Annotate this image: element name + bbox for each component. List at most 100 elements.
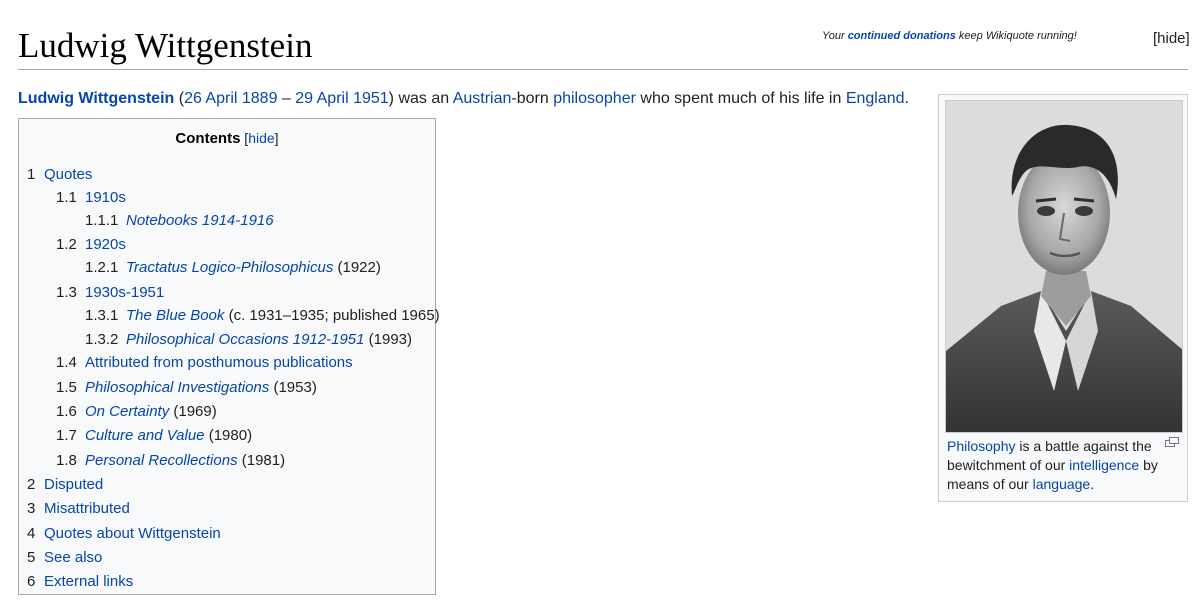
toc-item-label: Tractatus Logico-Philosophicus xyxy=(126,259,334,276)
toc-hide-link[interactable]: hide xyxy=(248,130,274,146)
toc-item-number: 4 xyxy=(27,525,36,542)
toc-item-label: Disputed xyxy=(44,476,104,493)
toc-item-link[interactable]: 1930s-1951 xyxy=(85,284,164,301)
toc-item[interactable]: 1.2.1 Tractatus Logico-Philosophicus (192… xyxy=(85,259,381,277)
caption-text: . xyxy=(1090,476,1095,492)
intelligence-link[interactable]: intelligence xyxy=(1069,457,1139,473)
toc-item[interactable]: 1.1 1910s xyxy=(56,189,126,207)
toc-item-link[interactable]: Tractatus Logico-Philosophicus (1922) xyxy=(126,259,381,276)
toc-item-link[interactable]: Quotes xyxy=(44,166,92,183)
austrian-link[interactable]: Austrian xyxy=(453,90,512,107)
image-thumbnail: Philosophy is a battle against the bewit… xyxy=(938,94,1188,502)
toc-item-link[interactable]: Disputed xyxy=(44,476,103,493)
toc-item[interactable]: 1.3.2 Philosophical Occasions 1912-1951 (… xyxy=(85,331,412,349)
toc-title: Contents xyxy=(175,130,241,147)
toc-item-label: Philosophical Investigations xyxy=(85,379,270,396)
toc-item-link[interactable]: External links xyxy=(44,573,133,590)
toc-item-link[interactable]: The Blue Book (c. 1931–1935; published 1… xyxy=(126,307,440,324)
toc-item[interactable]: 1.4 Attributed from posthumous publicatio… xyxy=(56,354,353,372)
toc-item[interactable]: 1.3 1930s-1951 xyxy=(56,284,164,302)
toc-item-link[interactable]: 1920s xyxy=(85,236,126,253)
toc-item-number: 1.5 xyxy=(56,379,77,396)
toc-item-suffix: (c. 1931–1935; published 1965) xyxy=(224,307,440,324)
england-link[interactable]: England xyxy=(846,90,905,107)
toc-item-label: Misattributed xyxy=(44,500,130,517)
toc-item-link[interactable]: Misattributed xyxy=(44,500,130,517)
toc-item-label: See also xyxy=(44,549,103,566)
toc-item-number: 1.6 xyxy=(56,403,77,420)
toc-item-suffix: (1922) xyxy=(333,259,381,276)
toc-item[interactable]: 1.7 Culture and Value (1980) xyxy=(56,427,252,445)
toc-item[interactable]: 1.2 1920s xyxy=(56,236,126,254)
toc-item[interactable]: 1 Quotes xyxy=(27,166,92,184)
toc-item-label: Philosophical Occasions 1912-1951 xyxy=(126,331,365,348)
image-caption: Philosophy is a battle against the bewit… xyxy=(947,437,1173,494)
toc-item-label: 1910s xyxy=(85,189,126,206)
donation-banner: Your continued donations keep Wikiquote … xyxy=(822,30,1077,42)
toc-item-label: 1930s-1951 xyxy=(85,284,165,301)
page-title: Ludwig Wittgenstein xyxy=(18,26,313,65)
toc-item-link[interactable]: Notebooks 1914-1916 xyxy=(126,212,274,229)
toc-item-label: 1920s xyxy=(85,236,126,253)
intro-text: . xyxy=(904,90,909,107)
toc-header: Contents [hide] xyxy=(19,130,435,150)
portrait-photo[interactable] xyxy=(945,100,1183,433)
toc-item-link[interactable]: On Certainty (1969) xyxy=(85,403,217,420)
toc-item[interactable]: 6 External links xyxy=(27,573,133,591)
birth-date-link[interactable]: 26 April 1889 xyxy=(184,90,277,107)
intro-text: -born xyxy=(511,90,554,107)
toc-item-number: 1.4 xyxy=(56,354,77,371)
donations-link[interactable]: continued donations xyxy=(848,30,956,42)
toc-item-number: 1.2 xyxy=(56,236,77,253)
toc-item[interactable]: 5 See also xyxy=(27,549,102,567)
toc-item-label: Quotes xyxy=(44,166,93,183)
toc-item-label: Notebooks 1914-1916 xyxy=(126,212,274,229)
toc-item[interactable]: 1.8 Personal Recollections (1981) xyxy=(56,452,285,470)
death-date-link[interactable]: 29 April 1951 xyxy=(295,90,388,107)
toc-item-suffix: (1969) xyxy=(169,403,217,420)
hide-banner-link[interactable]: [hide] xyxy=(1153,30,1190,47)
toc-item[interactable]: 1.6 On Certainty (1969) xyxy=(56,403,217,421)
language-link[interactable]: language xyxy=(1033,476,1091,492)
toc-item-link[interactable]: Philosophical Occasions 1912-1951 (1993) xyxy=(126,331,412,348)
intro-name-link[interactable]: Ludwig Wittgenstein xyxy=(18,90,174,107)
toc-item-number: 1.7 xyxy=(56,427,77,444)
toc-item-link[interactable]: Philosophical Investigations (1953) xyxy=(85,379,317,396)
toc-item-number: 1.3 xyxy=(56,284,77,301)
toc-item-label: Culture and Value xyxy=(85,427,205,444)
philosophy-link[interactable]: Philosophy xyxy=(947,438,1016,454)
toc-item[interactable]: 1.1.1 Notebooks 1914-1916 xyxy=(85,212,274,230)
toc-hide-close: ] xyxy=(274,130,279,146)
toc-item-link[interactable]: Personal Recollections (1981) xyxy=(85,452,285,469)
toc-item-link[interactable]: 1910s xyxy=(85,189,126,206)
toc-item-link[interactable]: Attributed from posthumous publications xyxy=(85,354,353,371)
toc-item-link[interactable]: Culture and Value (1980) xyxy=(85,427,252,444)
toc-item-link[interactable]: See also xyxy=(44,549,102,566)
toc-item-number: 1.1 xyxy=(56,189,77,206)
title-divider xyxy=(18,69,1188,70)
philosopher-link[interactable]: philosopher xyxy=(553,90,636,107)
toc-item-label: The Blue Book xyxy=(126,307,225,324)
toc-item[interactable]: 1.5 Philosophical Investigations (1953) xyxy=(56,379,317,397)
intro-text: ( xyxy=(174,90,185,107)
toc-item-suffix: (1953) xyxy=(269,379,317,396)
toc-item[interactable]: 1.3.1 The Blue Book (c. 1931–1935; publis… xyxy=(85,307,440,325)
intro-text: ) was an xyxy=(388,90,453,107)
toc-item-label: Quotes about Wittgenstein xyxy=(44,525,221,542)
toc-item-suffix: (1981) xyxy=(237,452,286,469)
toc-item-number: 1.3.2 xyxy=(85,331,119,348)
toc-item[interactable]: 3 Misattributed xyxy=(27,500,130,518)
portrait-image xyxy=(946,101,1182,432)
toc-item-link[interactable]: Quotes about Wittgenstein xyxy=(44,525,221,542)
table-of-contents: Contents [hide] 1 Quotes 1.1 1910s 1.1.1 Note… xyxy=(18,118,440,595)
toc-item[interactable]: 2 Disputed xyxy=(27,476,103,494)
toc-item-label: Personal Recollections xyxy=(85,452,238,469)
toc-item-suffix: (1980) xyxy=(204,427,253,444)
toc-item-number: 5 xyxy=(27,549,36,566)
intro-paragraph: Ludwig Wittgenstein (26 April 1889 – 29 … xyxy=(18,90,909,108)
toc-item-number: 1.1.1 xyxy=(85,212,119,229)
toc-item-label: On Certainty xyxy=(85,403,170,420)
enlarge-icon[interactable] xyxy=(1165,437,1179,449)
toc-item[interactable]: 4 Quotes about Wittgenstein xyxy=(27,525,221,543)
toc-item-number: 1.8 xyxy=(56,452,77,469)
